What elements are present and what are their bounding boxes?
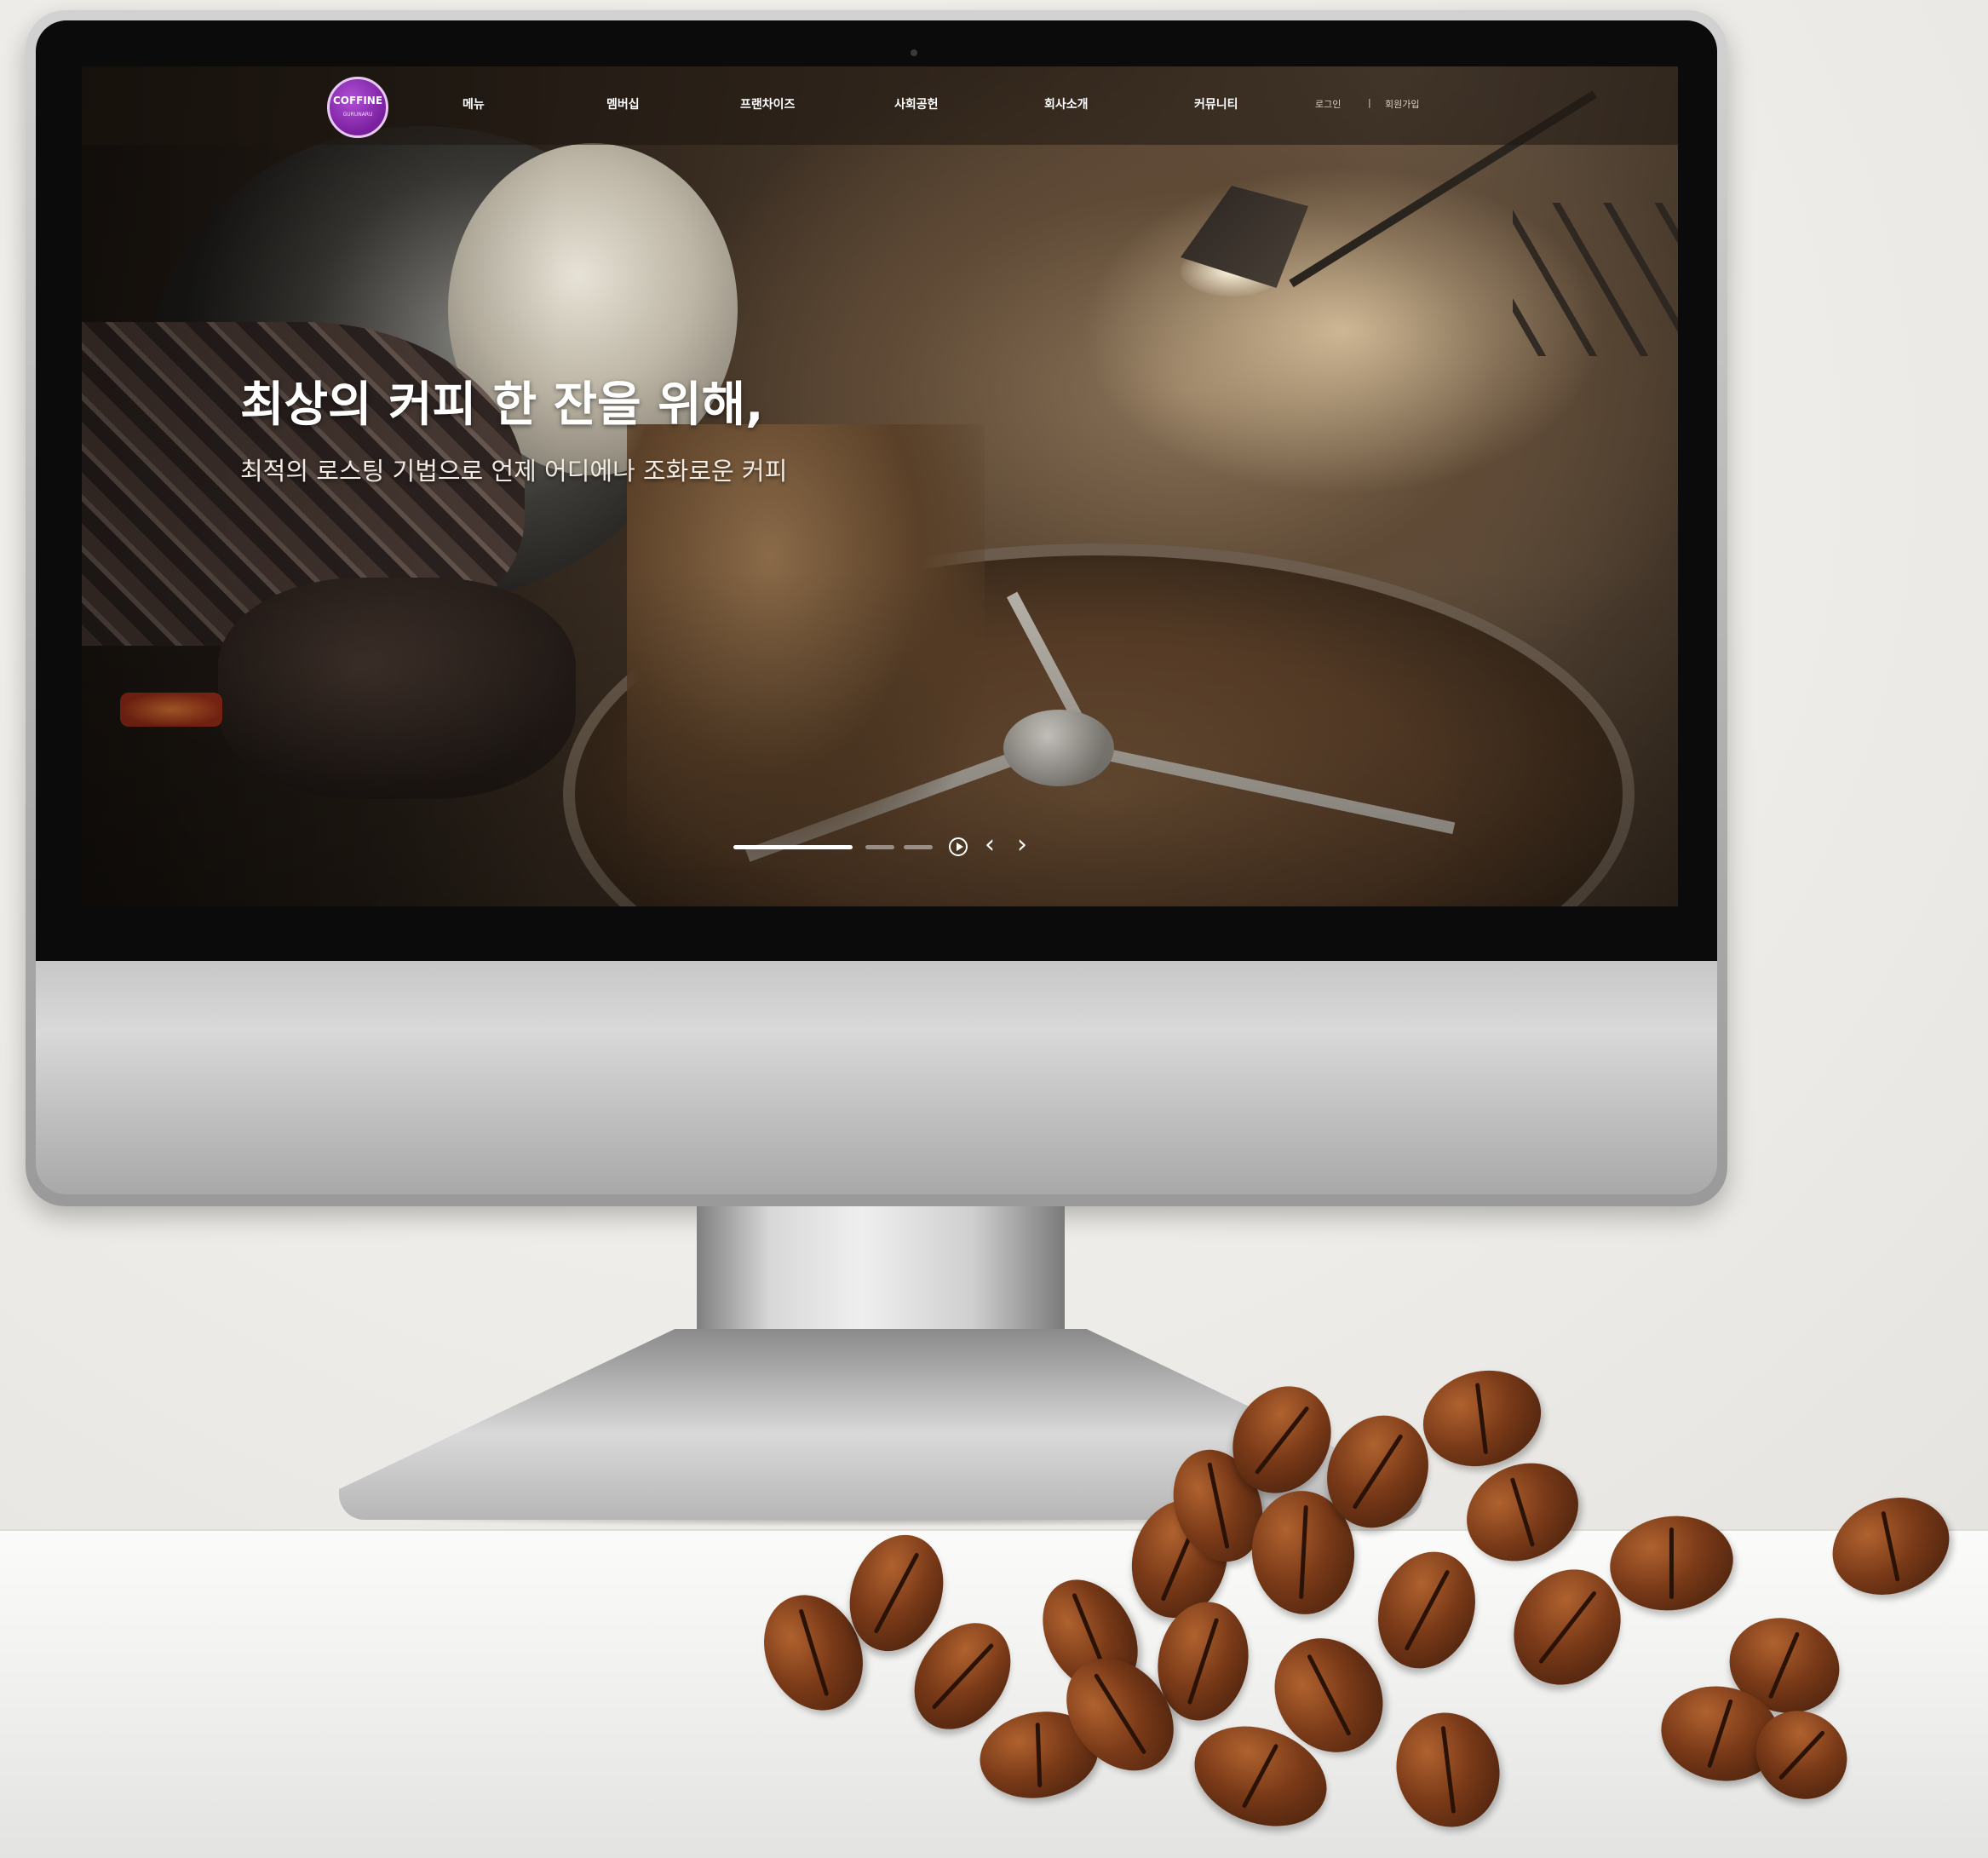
logo-wordmark: COFFINE [332,95,383,106]
logo-subtext: GURUNARU [342,112,373,118]
monitor-chin [36,961,1717,1194]
play-icon[interactable] [949,837,968,856]
next-arrow-icon[interactable]: › [1017,830,1027,860]
top-navigation: COFFINE GURUNARU 메뉴 멤버십 프랜차이즈 사회공헌 회사소개 … [82,66,1678,145]
prev-arrow-icon[interactable]: ‹ [985,830,995,860]
slide-indicator[interactable] [904,845,933,849]
signup-link[interactable]: 회원가입 [1385,97,1419,111]
login-link[interactable]: 로그인 [1315,97,1341,111]
nav-item-community[interactable]: 커뮤니티 [1194,95,1238,112]
camera-dot [911,49,917,56]
slide-indicator[interactable] [865,845,894,849]
hero-title: 최상의 커피 한 잔을 위해, [240,377,764,433]
nav-item-membership[interactable]: 멤버십 [606,95,640,112]
hero-subtitle: 최적의 로스팅 기법으로 언제 어디에나 조화로운 커피 [240,457,788,486]
nav-item-franchise[interactable]: 프랜차이즈 [740,95,795,112]
util-separator: | [1368,97,1371,108]
brand-logo[interactable]: COFFINE GURUNARU [327,77,388,138]
nav-item-company[interactable]: 회사소개 [1044,95,1089,112]
website-screen: COFFINE GURUNARU 메뉴 멤버십 프랜차이즈 사회공헌 회사소개 … [82,66,1678,906]
slide-indicator-active[interactable] [733,845,853,849]
nav-item-menu[interactable]: 메뉴 [463,95,485,112]
nav-item-social-contribution[interactable]: 사회공헌 [894,95,939,112]
